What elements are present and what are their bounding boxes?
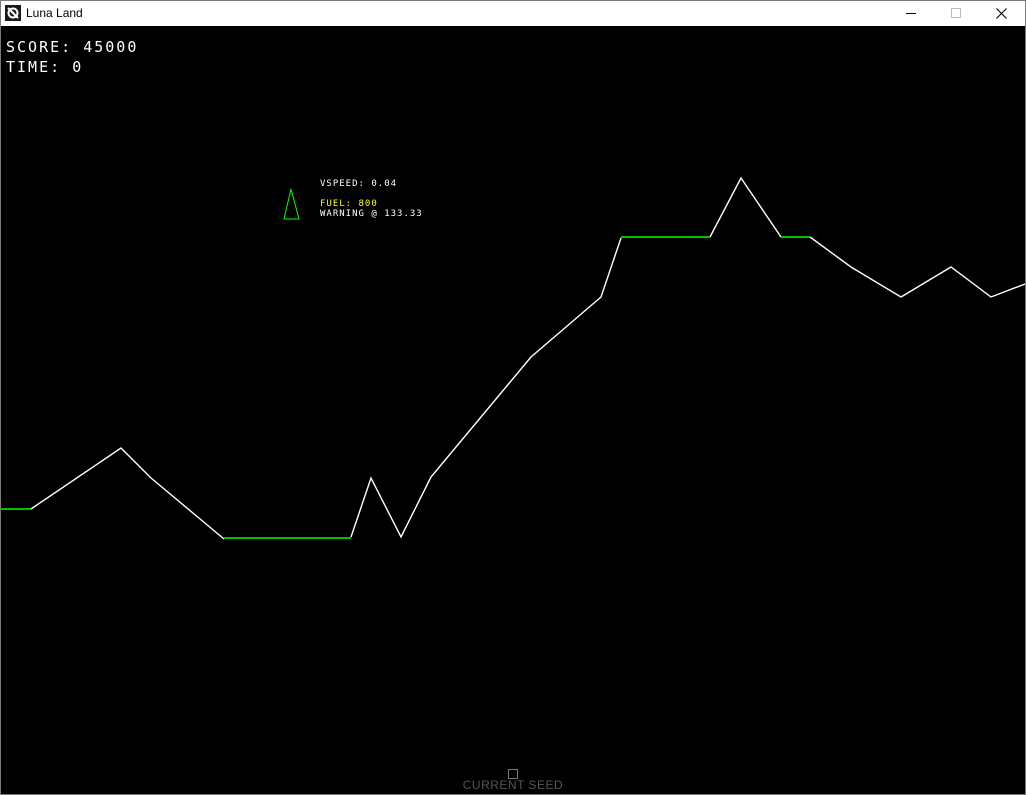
title-bar[interactable]: Luna Land: [1, 1, 1025, 26]
vspeed-label: VSPEED:: [320, 179, 365, 189]
game-canvas[interactable]: SCORE: 45000 TIME: 0 VSPEED: 0.04 FUEL: …: [1, 26, 1025, 794]
vspeed-readout: VSPEED: 0.04: [320, 179, 397, 189]
fuel-value: 800: [358, 199, 378, 209]
close-icon: [996, 8, 1007, 19]
terrain-line: [350, 237, 622, 539]
game-window: Luna Land SCORE: 45000 TIME: 0 VSPEED: 0…: [0, 0, 1026, 795]
fuel-readout: FUEL: 800: [320, 199, 378, 209]
warning-readout: WARNING @ 133.33: [320, 209, 423, 219]
score-value: 45000: [83, 38, 139, 56]
vspeed-value: 0.04: [371, 179, 398, 189]
maximize-button[interactable]: [934, 1, 980, 26]
window-title: Luna Land: [26, 6, 83, 20]
lander-ship: [283, 188, 300, 220]
fuel-label: FUEL:: [320, 199, 353, 209]
time-value: 0: [72, 58, 84, 76]
warning-label: WARNING @: [320, 209, 378, 219]
time-readout: TIME: 0: [6, 58, 83, 76]
minimize-button[interactable]: [889, 1, 935, 26]
close-button[interactable]: [979, 1, 1025, 26]
terrain-line: [809, 236, 1025, 298]
maximize-icon: [951, 8, 961, 18]
warning-value: 133.33: [384, 209, 423, 219]
minimize-icon: [906, 13, 916, 14]
app-icon: [5, 5, 21, 21]
score-label: SCORE:: [6, 38, 73, 56]
seed-label: CURRENT SEED: [462, 778, 564, 792]
time-label: TIME:: [6, 58, 62, 76]
terrain-line: [709, 176, 782, 238]
terrain-layer: [1, 176, 1025, 540]
terrain-line: [30, 447, 225, 540]
score-readout: SCORE: 45000: [6, 38, 138, 56]
